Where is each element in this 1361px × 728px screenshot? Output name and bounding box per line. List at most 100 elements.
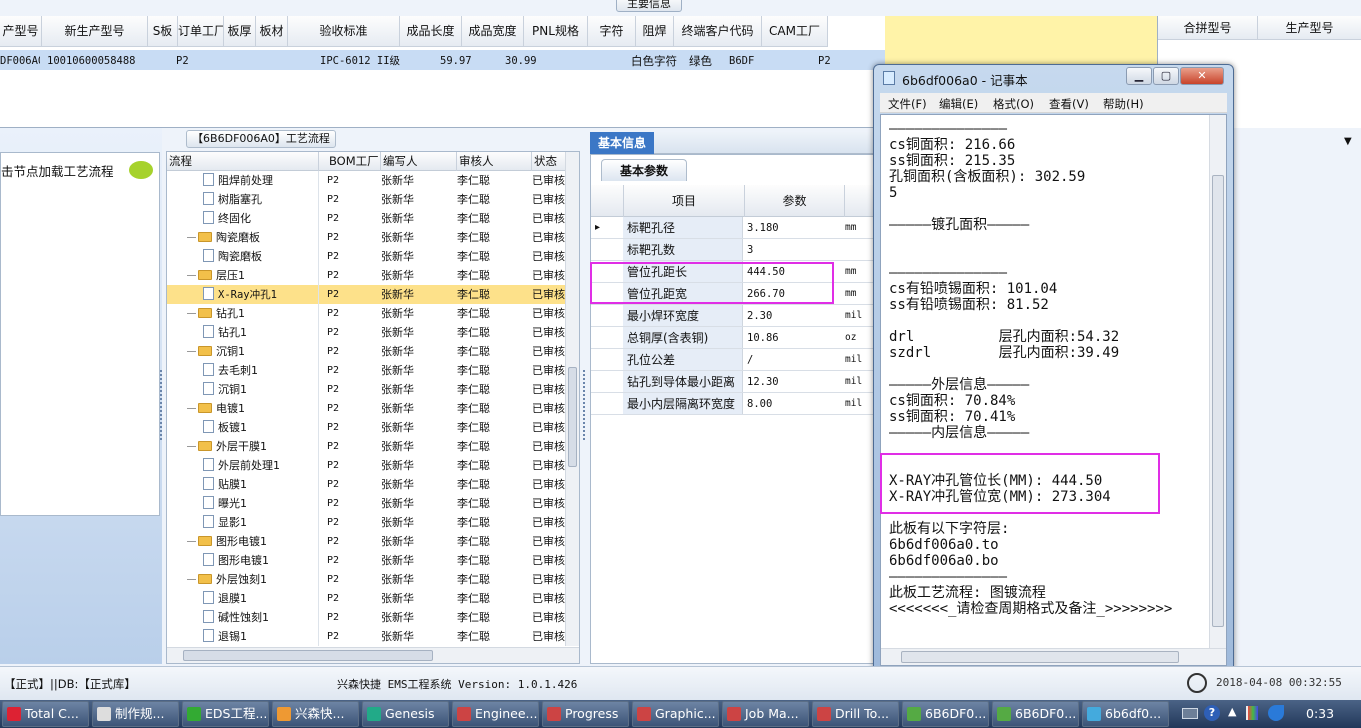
flow-tree-row[interactable]: 沉铜1 P2 张新华 李仁聪 已审核 (167, 380, 579, 399)
grid-col-header[interactable]: 阻焊 (636, 16, 674, 47)
flow-hscroll-thumb[interactable] (183, 650, 433, 661)
taskbar-button[interactable]: 制作规... (92, 701, 179, 727)
flow-tree-row[interactable]: 陶瓷磨板 P2 张新华 李仁聪 已审核 (167, 247, 579, 266)
flow-tree-row[interactable]: X-Ray冲孔1 P2 张新华 李仁聪 已审核 (167, 285, 579, 304)
minimize-button[interactable]: ▁ (1126, 67, 1152, 85)
speech-bubble-icon[interactable] (129, 161, 153, 179)
flow-tree-row[interactable]: 钻孔1 P2 张新华 李仁聪 已审核 (167, 304, 579, 323)
flow-tree-row[interactable]: 终固化 P2 张新华 李仁聪 已审核 (167, 209, 579, 228)
taskbar-button[interactable]: Job Ma... (722, 701, 809, 727)
flow-col-header[interactable]: BOM工厂 (327, 152, 381, 171)
flow-tree-row[interactable]: 层压1 P2 张新华 李仁聪 已审核 (167, 266, 579, 285)
flow-vscrollbar[interactable] (565, 152, 579, 646)
grid-data-row[interactable]: DF006A0 10010600058488 P2 IPC-6012 II级 5… (0, 50, 885, 70)
flow-tree-row[interactable]: 外层干膜1 P2 张新华 李仁聪 已审核 (167, 437, 579, 456)
flow-tree-row[interactable]: 显影1 P2 张新华 李仁聪 已审核 (167, 513, 579, 532)
flow-tree-row[interactable]: 外层蚀刻1 P2 张新华 李仁聪 已审核 (167, 570, 579, 589)
flow-tree-row[interactable]: 碱性蚀刻1 P2 张新华 李仁聪 已审核 (167, 608, 579, 627)
param-row[interactable]: 最小内层隔离环宽度 8.00 mil (591, 393, 873, 415)
taskbar-button[interactable]: Enginee... (452, 701, 539, 727)
flow-tree-row[interactable]: 图形电镀1 P2 张新华 李仁聪 已审核 (167, 532, 579, 551)
menu-format[interactable]: 格式(O) (993, 96, 1034, 112)
col-merged-model[interactable]: 合拼型号 (1158, 16, 1258, 40)
taskbar-button[interactable]: EDS工程... (182, 701, 269, 727)
col-production-model[interactable]: 生产型号 (1258, 16, 1361, 40)
notepad-hscrollbar[interactable] (881, 648, 1226, 665)
flag-icon[interactable] (1246, 706, 1258, 720)
flow-col-header[interactable]: 编写人 (381, 152, 457, 171)
flow-tree-row[interactable]: 板镀1 P2 张新华 李仁聪 已审核 (167, 418, 579, 437)
close-button[interactable]: ✕ (1180, 67, 1224, 85)
flow-tree-row[interactable]: 树脂塞孔 P2 张新华 李仁聪 已审核 (167, 190, 579, 209)
param-value[interactable]: 2.30 (745, 305, 843, 327)
param-row[interactable]: 标靶孔数 3 (591, 239, 873, 261)
grid-col-header[interactable]: CAM工厂 (762, 16, 828, 47)
param-row[interactable]: ▸ 标靶孔径 3.180 mm (591, 217, 873, 239)
taskbar-button[interactable]: 6B6DF0... (992, 701, 1079, 727)
taskbar-button[interactable]: 兴森快... (272, 701, 359, 727)
flow-col-header[interactable]: 流程 (167, 152, 319, 171)
grid-col-header[interactable]: 验收标准 (288, 16, 400, 47)
taskbar-button[interactable]: Drill To... (812, 701, 899, 727)
param-row[interactable]: 最小焊环宽度 2.30 mil (591, 305, 873, 327)
taskbar-button[interactable]: 6B6DF0... (902, 701, 989, 727)
basic-subtab[interactable]: 基本参数 (601, 159, 687, 181)
tree-collapse-icon[interactable] (187, 237, 196, 238)
grid-col-header[interactable]: 产型号 (0, 16, 42, 47)
tree-collapse-icon[interactable] (187, 408, 196, 409)
tree-collapse-icon[interactable] (187, 579, 196, 580)
flow-tree-row[interactable]: 外层前处理1 P2 张新华 李仁聪 已审核 (167, 456, 579, 475)
grid-col-header[interactable]: 成品长度 (400, 16, 462, 47)
collapse-arrow-icon[interactable]: ▼ (1344, 136, 1352, 147)
grid-col-header[interactable]: 板厚 (224, 16, 256, 47)
tree-collapse-icon[interactable] (187, 446, 196, 447)
taskbar-button[interactable]: Progress (542, 701, 629, 727)
menu-file[interactable]: 文件(F) (888, 96, 927, 112)
flow-tree-row[interactable]: 图形电镀1 P2 张新华 李仁聪 已审核 (167, 551, 579, 570)
param-value[interactable]: 8.00 (745, 393, 843, 415)
flow-tree-row[interactable]: 沉铜1 P2 张新华 李仁聪 已审核 (167, 342, 579, 361)
basic-info-tab[interactable]: 基本信息 (590, 132, 654, 154)
grid-col-header[interactable]: 字符 (588, 16, 636, 47)
param-value[interactable]: / (745, 349, 843, 371)
tree-collapse-icon[interactable] (187, 313, 196, 314)
splitter-mid[interactable] (583, 370, 587, 440)
keyboard-icon[interactable] (1182, 708, 1198, 719)
grid-col-header[interactable]: 成品宽度 (462, 16, 524, 47)
grid-col-header[interactable]: S板 (148, 16, 178, 47)
param-value[interactable]: 3 (745, 239, 843, 261)
flow-hscrollbar[interactable] (167, 647, 579, 663)
param-row[interactable]: 总铜厚(含表铜) 10.86 oz (591, 327, 873, 349)
grid-col-header[interactable]: 订单工厂 (178, 16, 224, 47)
flow-col-header[interactable]: 审核人 (457, 152, 532, 171)
taskbar-clock[interactable]: 0:33 (1306, 706, 1334, 721)
grid-col-header[interactable]: 新生产型号 (42, 16, 148, 47)
flow-tree-row[interactable]: 阻焊前处理 P2 张新华 李仁聪 已审核 (167, 171, 579, 190)
param-value[interactable]: 3.180 (745, 217, 843, 239)
taskbar-button[interactable]: Genesis (362, 701, 449, 727)
taskbar-button[interactable]: Graphic... (632, 701, 719, 727)
menu-help[interactable]: 帮助(H) (1103, 96, 1144, 112)
tree-collapse-icon[interactable] (187, 275, 196, 276)
param-row[interactable]: 钻孔到导体最小距离 12.30 mil (591, 371, 873, 393)
flow-vscroll-thumb[interactable] (568, 367, 577, 467)
tree-collapse-icon[interactable] (187, 351, 196, 352)
flow-tree-row[interactable]: 电镀1 P2 张新华 李仁聪 已审核 (167, 399, 579, 418)
flow-tree-row[interactable]: 陶瓷磨板 P2 张新华 李仁聪 已审核 (167, 228, 579, 247)
notepad-titlebar[interactable]: 6b6df006a0 - 记事本 ▁ ▢ ✕ (874, 65, 1233, 91)
notepad-text-area[interactable]: —————————————— cs铜面积: 216.66 ss铜面积: 215.35… (880, 114, 1227, 666)
flow-tree-row[interactable]: 去毛刺1 P2 张新华 李仁聪 已审核 (167, 361, 579, 380)
help-icon[interactable]: ? (1204, 705, 1220, 721)
flow-tree-row[interactable]: 曝光1 P2 张新华 李仁聪 已审核 (167, 494, 579, 513)
notepad-vscrollbar[interactable] (1209, 115, 1226, 649)
splitter-left[interactable] (160, 370, 164, 440)
menu-view[interactable]: 查看(V) (1049, 96, 1089, 112)
main-info-tab[interactable]: 主要信息 (616, 0, 682, 12)
flow-tree-row[interactable]: 钻孔1 P2 张新华 李仁聪 已审核 (167, 323, 579, 342)
grid-col-header[interactable]: 板材 (256, 16, 288, 47)
grid-col-header[interactable]: PNL规格 (524, 16, 588, 47)
network-icon[interactable] (1268, 705, 1284, 721)
grid-col-header[interactable]: 终端客户代码 (674, 16, 762, 47)
param-value[interactable]: 10.86 (745, 327, 843, 349)
flow-tree-row[interactable]: 退膜1 P2 张新华 李仁聪 已审核 (167, 589, 579, 608)
